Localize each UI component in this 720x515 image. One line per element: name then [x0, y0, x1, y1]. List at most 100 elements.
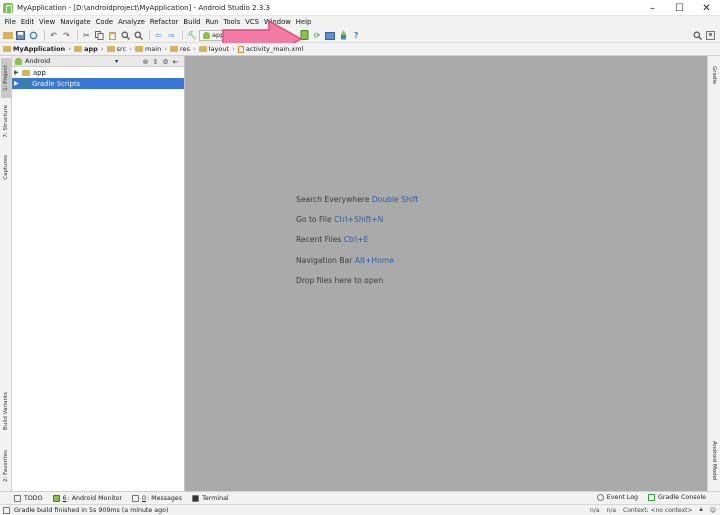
folder-icon: [170, 46, 179, 52]
expand-arrow-icon[interactable]: ▶: [14, 69, 22, 76]
hint-navigation-bar: Navigation Bar Alt+Home: [296, 256, 394, 265]
menu-view[interactable]: View: [37, 18, 58, 26]
inspector-icon[interactable]: ☺: [710, 507, 716, 514]
sdk-manager-icon[interactable]: [338, 30, 349, 41]
scroll-from-source-icon[interactable]: ⊕: [141, 57, 150, 66]
tab-project[interactable]: 1: Project: [1, 58, 11, 98]
breadcrumb-label: res: [180, 45, 190, 53]
sync-icon[interactable]: [28, 30, 39, 41]
find-icon[interactable]: [120, 30, 131, 41]
project-panel: Android ▾ ⊕ ⇕ ⚙ ⇤ ▶ app ▶ Gradle Scripts: [12, 56, 185, 491]
close-button[interactable]: ✕: [693, 0, 720, 16]
breadcrumb-item-res[interactable]: res ›: [170, 45, 199, 53]
menu-build[interactable]: Build: [181, 18, 203, 26]
expand-arrow-icon[interactable]: ▶: [14, 80, 22, 87]
replace-icon[interactable]: [133, 30, 144, 41]
menu-navigate[interactable]: Navigate: [58, 18, 94, 26]
breadcrumb-item-layout[interactable]: layout ›: [198, 45, 238, 53]
tab-captures[interactable]: Captures: [1, 150, 11, 184]
hint-shortcut: Double Shift: [371, 195, 419, 204]
status-position[interactable]: n/a: [590, 507, 600, 514]
chevron-down-icon[interactable]: ▾: [115, 58, 118, 65]
left-tool-strip: 1: Project 7: Structure Captures Build V…: [0, 56, 12, 491]
cut-icon[interactable]: ✂: [81, 30, 92, 41]
tab-android-monitor[interactable]: 6: Android Monitor: [52, 494, 122, 502]
tab-shortcut-number: 6: [62, 494, 67, 502]
tab-event-log-label: Event Log: [606, 494, 639, 501]
tab-gradle-console[interactable]: Gradle Console: [648, 494, 706, 501]
toolbar-right: [692, 30, 718, 41]
hint-text: Recent Files: [296, 235, 342, 244]
folder-icon: [198, 46, 207, 52]
folder-icon: [74, 46, 83, 52]
editor-empty-area[interactable]: Search Everywhere Double Shift Go to Fil…: [185, 56, 707, 491]
minimize-button[interactable]: –: [639, 0, 666, 16]
breadcrumb-item-app[interactable]: app ›: [74, 45, 107, 53]
breadcrumb-item-activity-main[interactable]: activity_main.xml: [237, 45, 307, 53]
status-encoding[interactable]: n/a: [607, 507, 617, 514]
breadcrumb: MyApplication › app › src › main › res › layo…: [0, 43, 720, 56]
tab-messages-label: : Messages: [147, 494, 183, 502]
menu-edit[interactable]: Edit: [18, 18, 36, 26]
menu-refactor[interactable]: Refactor: [147, 18, 181, 26]
tab-favorites[interactable]: 2: Favorites: [1, 444, 11, 488]
user-icon[interactable]: [705, 30, 716, 41]
chevron-right-icon: ›: [68, 45, 72, 53]
settings-gear-icon[interactable]: ⚙: [161, 57, 170, 66]
breadcrumb-item-src[interactable]: src ›: [106, 45, 135, 53]
breadcrumb-item-main[interactable]: main ›: [134, 45, 170, 53]
hint-go-to-file: Go to File Ctrl+Shift+N: [296, 215, 383, 224]
window-controls: – ☐ ✕: [639, 0, 720, 16]
tab-messages[interactable]: 0: Messages: [132, 494, 183, 502]
hint-recent-files: Recent Files Ctrl+E: [296, 235, 368, 244]
tab-terminal[interactable]: Terminal: [192, 494, 229, 502]
back-icon[interactable]: ⇦: [153, 30, 164, 41]
tab-todo[interactable]: TODO: [14, 494, 43, 502]
tab-build-variants[interactable]: Build Variants: [1, 386, 11, 436]
lock-icon[interactable]: 🔒︎: [700, 506, 703, 514]
hint-search-everywhere: Search Everywhere Double Shift: [296, 195, 418, 204]
menu-file[interactable]: File: [2, 18, 18, 26]
project-view-selector[interactable]: Android ▾ ⊕ ⇕ ⚙ ⇤: [12, 56, 184, 67]
tab-android-model[interactable]: Android Model: [709, 434, 719, 488]
tab-gradle[interactable]: Gradle: [709, 60, 719, 90]
tree-item-app[interactable]: ▶ app: [12, 67, 184, 78]
status-context[interactable]: Context: <no context>: [623, 507, 692, 514]
tool-windows-icon[interactable]: [3, 506, 10, 514]
main-toolbar: ↶ ↷ ✂ ⇦ ⇨ 🔨︎ app ▾ ▶ ✱ ⟳ ?: [0, 28, 720, 43]
tree-item-label: Gradle Scripts: [32, 79, 81, 88]
android-icon: [203, 31, 210, 39]
copy-icon[interactable]: [94, 30, 105, 41]
maximize-button[interactable]: ☐: [666, 0, 693, 16]
project-structure-icon[interactable]: [325, 30, 336, 41]
forward-icon[interactable]: ⇨: [166, 30, 177, 41]
chevron-right-icon: ›: [192, 45, 196, 53]
tree-item-gradle-scripts[interactable]: ▶ Gradle Scripts: [12, 78, 184, 89]
collapse-all-icon[interactable]: ⇕: [151, 57, 160, 66]
hint-shortcut: Alt+Home: [354, 256, 394, 265]
chevron-right-icon: ›: [164, 45, 168, 53]
open-folder-icon[interactable]: [2, 30, 13, 41]
search-everywhere-icon[interactable]: [692, 30, 703, 41]
undo-icon[interactable]: ↶: [48, 30, 59, 41]
redo-icon[interactable]: ↷: [61, 30, 72, 41]
paste-icon[interactable]: [107, 30, 118, 41]
menu-run[interactable]: Run: [203, 18, 221, 26]
bottom-right-tabs: Event Log Gradle Console: [596, 494, 706, 501]
tab-event-log[interactable]: Event Log: [596, 494, 639, 501]
breadcrumb-label: app: [84, 45, 98, 53]
save-all-icon[interactable]: [15, 30, 26, 41]
gradle-sync-icon[interactable]: ⟳: [312, 30, 323, 41]
menu-code[interactable]: Code: [93, 18, 115, 26]
breadcrumb-label: layout: [208, 45, 230, 53]
hide-panel-icon[interactable]: ⇤: [171, 57, 180, 66]
make-project-icon[interactable]: 🔨︎: [186, 30, 197, 41]
breadcrumb-item-myapplication[interactable]: MyApplication ›: [3, 45, 74, 53]
menu-analyze[interactable]: Analyze: [116, 18, 148, 26]
android-monitor-icon: [52, 494, 60, 502]
help-icon[interactable]: ?: [351, 30, 362, 41]
project-header-icons: ⊕ ⇕ ⚙ ⇤: [141, 57, 181, 66]
tab-structure[interactable]: 7: Structure: [1, 102, 11, 140]
tab-android-model-label: Android Model: [711, 441, 717, 481]
chevron-right-icon: ›: [129, 45, 132, 53]
